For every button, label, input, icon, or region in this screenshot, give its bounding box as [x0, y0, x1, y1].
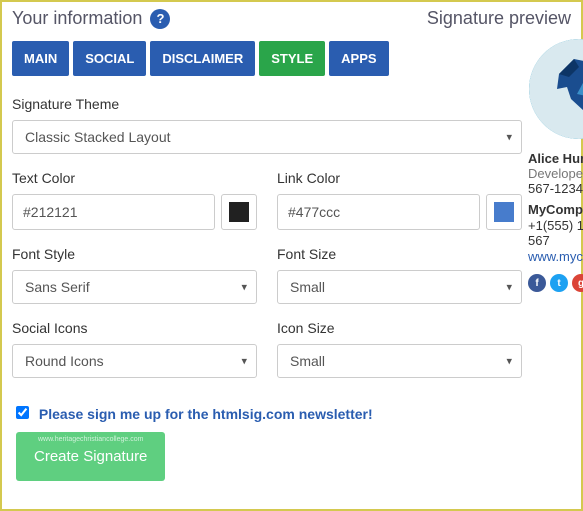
- bluejay-icon: [529, 39, 583, 139]
- tabs: MAIN SOCIAL DISCLAIMER STYLE APPS: [12, 41, 522, 76]
- font-style-label: Font Style: [12, 246, 257, 262]
- text-color-swatch[interactable]: [221, 194, 257, 230]
- tab-main[interactable]: MAIN: [12, 41, 69, 76]
- link-color-label: Link Color: [277, 170, 522, 186]
- preview-name: Alice Hunter: [528, 151, 583, 166]
- link-color-swatch[interactable]: [486, 194, 522, 230]
- social-icons-label: Social Icons: [12, 320, 257, 336]
- watermark: www.heritagechristiancollege.com: [38, 436, 143, 443]
- newsletter-row: Please sign me up for the htmlsig.com ne…: [2, 394, 581, 432]
- text-color-input[interactable]: [12, 194, 215, 230]
- font-style-select[interactable]: Sans Serif: [12, 270, 257, 304]
- left-title: Your information ?: [12, 8, 170, 29]
- text-color-swatch-inner: [229, 202, 249, 222]
- twitter-icon[interactable]: t: [550, 274, 568, 292]
- preview-role: Developer: [528, 166, 583, 181]
- preview-website[interactable]: www.mycompany: [528, 249, 583, 264]
- link-color-swatch-inner: [494, 202, 514, 222]
- icon-size-select[interactable]: Small: [277, 344, 522, 378]
- tab-social[interactable]: SOCIAL: [73, 41, 146, 76]
- newsletter-checkbox[interactable]: [16, 406, 29, 419]
- help-icon[interactable]: ?: [150, 9, 170, 29]
- tab-disclaimer[interactable]: DISCLAIMER: [150, 41, 255, 76]
- tab-apps[interactable]: APPS: [329, 41, 388, 76]
- preview-company: MyCompany: [528, 202, 583, 217]
- icon-size-label: Icon Size: [277, 320, 522, 336]
- avatar: [529, 39, 583, 139]
- signature-preview: Alice Hunter / Developer 567-12345 MyCom…: [528, 151, 583, 292]
- facebook-icon[interactable]: f: [528, 274, 546, 292]
- create-signature-button[interactable]: www.heritagechristiancollege.com Create …: [16, 432, 165, 481]
- googleplus-icon[interactable]: g: [572, 274, 583, 292]
- theme-select[interactable]: Classic Stacked Layout: [12, 120, 522, 154]
- social-icons-select[interactable]: Round Icons: [12, 344, 257, 378]
- tab-style[interactable]: STYLE: [259, 41, 325, 76]
- text-color-label: Text Color: [12, 170, 257, 186]
- font-size-select[interactable]: Small: [277, 270, 522, 304]
- right-title: Signature preview: [427, 8, 571, 29]
- link-color-input[interactable]: [277, 194, 480, 230]
- newsletter-label: Please sign me up for the htmlsig.com ne…: [39, 406, 373, 422]
- left-title-text: Your information: [12, 8, 142, 29]
- theme-label: Signature Theme: [12, 96, 522, 112]
- create-button-label: Create Signature: [34, 448, 147, 465]
- font-size-label: Font Size: [277, 246, 522, 262]
- preview-id: 567-12345: [528, 181, 583, 196]
- preview-phone: +1(555) 1234-567: [528, 218, 583, 248]
